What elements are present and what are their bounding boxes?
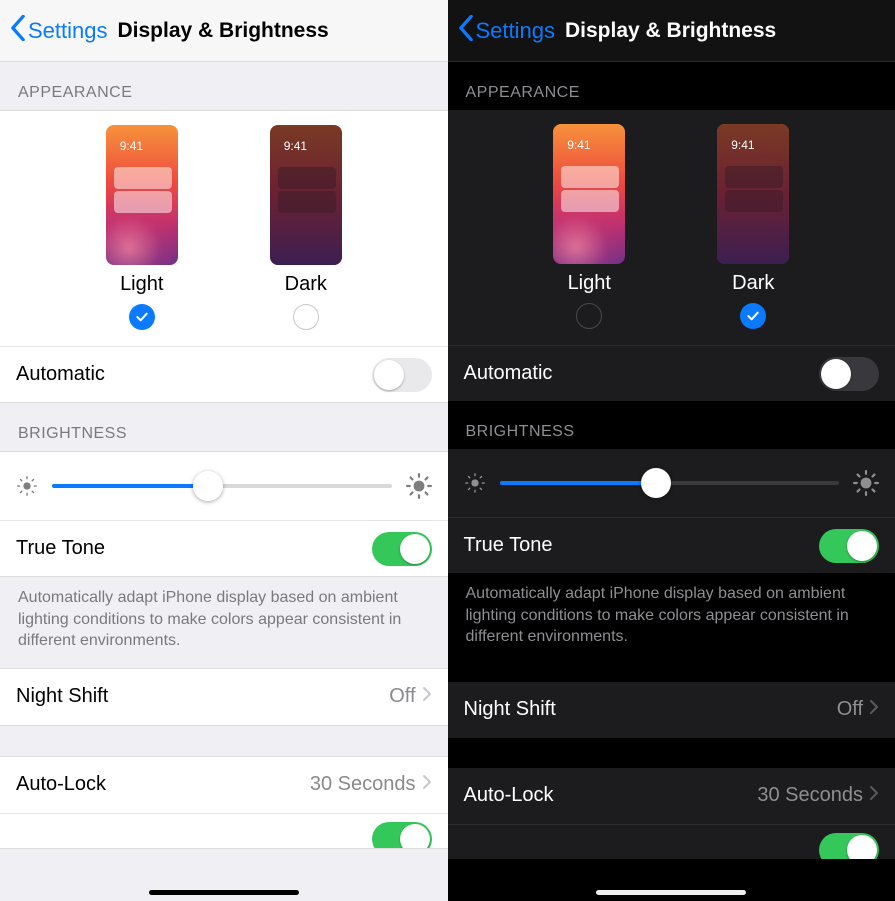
auto-lock-label: Auto-Lock — [16, 773, 106, 796]
brightness-header: BRIGHTNESS — [0, 403, 448, 451]
automatic-switch[interactable] — [372, 358, 432, 392]
true-tone-description: Automatically adapt iPhone display based… — [0, 577, 448, 668]
brightness-slider-row — [448, 449, 895, 517]
appearance-option-label: Light — [120, 273, 163, 296]
radio-selected-icon — [740, 303, 766, 329]
extra-switch[interactable] — [372, 822, 432, 848]
chevron-left-icon — [10, 15, 26, 47]
brightness-slider[interactable] — [500, 467, 840, 499]
chevron-left-icon — [458, 15, 474, 47]
appearance-option-dark[interactable]: 9:41 Dark — [717, 124, 789, 329]
back-button[interactable]: Settings — [458, 15, 556, 47]
extra-switch[interactable] — [819, 833, 879, 859]
sun-bright-icon — [853, 470, 879, 496]
thumbnail-clock: 9:41 — [731, 138, 754, 152]
appearance-thumbnail-light: 9:41 — [106, 125, 178, 265]
automatic-label: Automatic — [464, 362, 553, 385]
night-shift-group: Night Shift Off — [0, 668, 448, 726]
appearance-option-label: Light — [568, 272, 611, 295]
brightness-slider-row — [0, 452, 448, 520]
true-tone-cell: True Tone — [0, 520, 448, 576]
appearance-group: 9:41 Light 9:41 Dark Automatic — [448, 110, 895, 401]
auto-lock-group: Auto-Lock 30 Seconds — [448, 768, 895, 859]
true-tone-label: True Tone — [16, 537, 105, 560]
appearance-thumbnail-light: 9:41 — [553, 124, 625, 264]
true-tone-cell: True Tone — [448, 517, 895, 573]
true-tone-switch[interactable] — [372, 532, 432, 566]
appearance-option-light[interactable]: 9:41 Light — [553, 124, 625, 329]
appearance-options: 9:41 Light 9:41 Dark — [0, 111, 448, 346]
auto-lock-value: 30 Seconds — [757, 784, 863, 807]
appearance-options: 9:41 Light 9:41 Dark — [448, 110, 895, 345]
chevron-right-icon — [422, 773, 432, 796]
navbar: Settings Display & Brightness — [0, 0, 448, 62]
sun-dim-icon — [464, 472, 486, 494]
auto-lock-label: Auto-Lock — [464, 784, 554, 807]
appearance-option-dark[interactable]: 9:41 Dark — [270, 125, 342, 330]
sun-bright-icon — [406, 473, 432, 499]
back-label: Settings — [28, 18, 108, 44]
appearance-option-label: Dark — [285, 273, 327, 296]
home-indicator — [149, 890, 299, 895]
sun-dim-icon — [16, 475, 38, 497]
appearance-thumbnail-dark: 9:41 — [717, 124, 789, 264]
extra-cell[interactable] — [0, 813, 448, 848]
appearance-header: APPEARANCE — [448, 62, 895, 110]
chevron-right-icon — [869, 784, 879, 807]
thumbnail-clock: 9:41 — [120, 139, 143, 153]
brightness-group: True Tone — [448, 449, 895, 573]
page-title: Display & Brightness — [118, 19, 329, 43]
true-tone-switch[interactable] — [819, 529, 879, 563]
true-tone-description: Automatically adapt iPhone display based… — [448, 573, 895, 664]
automatic-cell: Automatic — [0, 346, 448, 402]
night-shift-value: Off — [389, 685, 415, 708]
appearance-thumbnail-dark: 9:41 — [270, 125, 342, 265]
night-shift-value: Off — [837, 698, 863, 721]
home-indicator — [596, 890, 746, 895]
night-shift-cell[interactable]: Night Shift Off — [448, 682, 895, 738]
auto-lock-cell[interactable]: Auto-Lock 30 Seconds — [448, 768, 895, 824]
display-brightness-pane-dark: Settings Display & Brightness APPEARANCE… — [448, 0, 895, 901]
radio-unselected-icon — [293, 304, 319, 330]
page-title: Display & Brightness — [565, 19, 776, 43]
auto-lock-group: Auto-Lock 30 Seconds — [0, 756, 448, 849]
auto-lock-value: 30 Seconds — [310, 773, 416, 796]
night-shift-label: Night Shift — [464, 698, 556, 721]
automatic-label: Automatic — [16, 363, 105, 386]
thumbnail-clock: 9:41 — [284, 139, 307, 153]
back-label: Settings — [476, 18, 556, 44]
automatic-cell: Automatic — [448, 345, 895, 401]
radio-unselected-icon — [576, 303, 602, 329]
extra-cell[interactable] — [448, 824, 895, 859]
appearance-option-light[interactable]: 9:41 Light — [106, 125, 178, 330]
appearance-option-label: Dark — [732, 272, 774, 295]
navbar: Settings Display & Brightness — [448, 0, 895, 62]
display-brightness-pane-light: Settings Display & Brightness APPEARANCE… — [0, 0, 448, 901]
automatic-switch[interactable] — [819, 357, 879, 391]
night-shift-group: Night Shift Off — [448, 682, 895, 738]
night-shift-cell[interactable]: Night Shift Off — [0, 669, 448, 725]
chevron-right-icon — [869, 698, 879, 721]
appearance-group: 9:41 Light 9:41 Dark Automatic — [0, 110, 448, 403]
auto-lock-cell[interactable]: Auto-Lock 30 Seconds — [0, 757, 448, 813]
back-button[interactable]: Settings — [10, 15, 108, 47]
brightness-header: BRIGHTNESS — [448, 401, 895, 449]
thumbnail-clock: 9:41 — [567, 138, 590, 152]
chevron-right-icon — [422, 685, 432, 708]
night-shift-label: Night Shift — [16, 685, 108, 708]
brightness-group: True Tone — [0, 451, 448, 577]
appearance-header: APPEARANCE — [0, 62, 448, 110]
brightness-slider[interactable] — [52, 470, 392, 502]
radio-selected-icon — [129, 304, 155, 330]
true-tone-label: True Tone — [464, 534, 553, 557]
